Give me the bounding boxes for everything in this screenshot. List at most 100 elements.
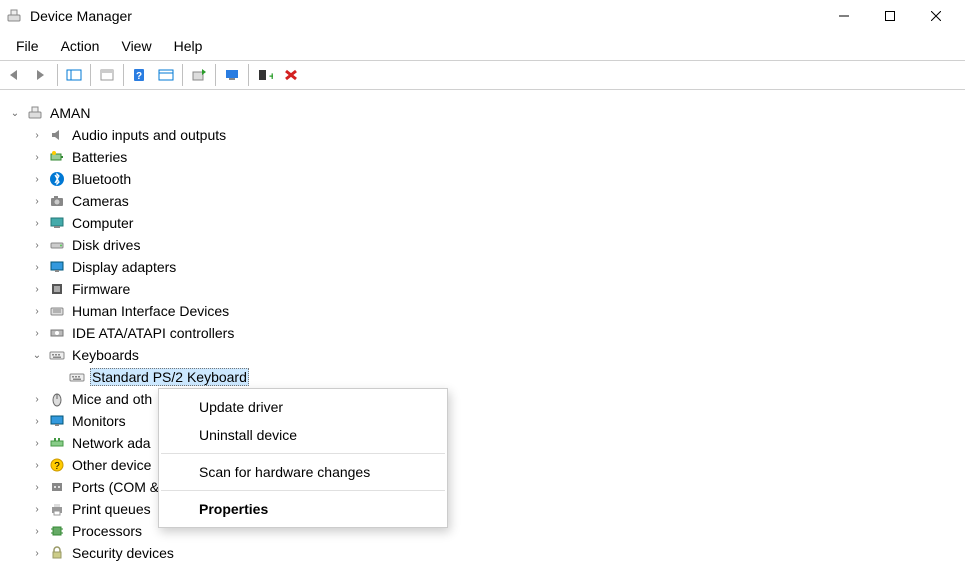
chevron-right-icon[interactable]: ›	[30, 392, 44, 406]
tree-category-label: Firmware	[70, 280, 132, 298]
minimize-button[interactable]	[821, 1, 867, 31]
cpu-icon	[48, 523, 66, 539]
tree-category[interactable]: › Mice and oth	[2, 388, 965, 410]
toolbar-separator	[182, 64, 183, 86]
tree-category[interactable]: › Cameras	[2, 190, 965, 212]
chevron-right-icon[interactable]: ›	[30, 260, 44, 274]
tree-category[interactable]: › Audio inputs and outputs	[2, 124, 965, 146]
speaker-icon	[48, 127, 66, 143]
chevron-right-icon[interactable]: ›	[30, 480, 44, 494]
computer-icon	[48, 215, 66, 231]
toolbar-separator	[57, 64, 58, 86]
tree-category[interactable]: › Computer	[2, 212, 965, 234]
chevron-right-icon[interactable]: ›	[30, 216, 44, 230]
computer-root-icon	[26, 105, 44, 121]
mouse-icon	[48, 391, 66, 407]
tree-category-label: Keyboards	[70, 346, 141, 364]
tree-category-label: IDE ATA/ATAPI controllers	[70, 324, 236, 342]
chevron-right-icon[interactable]: ›	[30, 414, 44, 428]
tree-category[interactable]: › Security devices	[2, 542, 965, 564]
tree-category[interactable]: › Monitors	[2, 410, 965, 432]
forward-button[interactable]	[28, 62, 54, 88]
tree-category[interactable]: › Human Interface Devices	[2, 300, 965, 322]
tree-device-label: Standard PS/2 Keyboard	[90, 368, 249, 386]
tree-category[interactable]: › Disk drives	[2, 234, 965, 256]
tree-category[interactable]: › Print queues	[2, 498, 965, 520]
menu-view[interactable]: View	[111, 36, 161, 56]
chevron-down-icon[interactable]: ⌄	[8, 106, 22, 120]
chevron-right-icon[interactable]: ›	[30, 458, 44, 472]
tree-category[interactable]: › Ports (COM &	[2, 476, 965, 498]
tree-category[interactable]: › ? Other device	[2, 454, 965, 476]
device-tree[interactable]: ⌄ AMAN › Audio inputs and outputs › Batt…	[0, 96, 965, 577]
tree-category[interactable]: › Bluetooth	[2, 168, 965, 190]
show-hide-tree-button[interactable]	[61, 62, 87, 88]
tree-category-label: Network ada	[70, 434, 153, 452]
port-icon	[48, 479, 66, 495]
chevron-right-icon[interactable]: ›	[30, 282, 44, 296]
tree-category[interactable]: › Processors	[2, 520, 965, 542]
properties-button[interactable]	[94, 62, 120, 88]
menubar: File Action View Help	[0, 32, 965, 60]
tree-category[interactable]: › Firmware	[2, 278, 965, 300]
monitor-icon	[48, 413, 66, 429]
context-menu-item[interactable]: Properties	[159, 495, 447, 523]
uninstall-button[interactable]	[278, 62, 304, 88]
svg-text:?: ?	[136, 71, 142, 82]
tree-root[interactable]: ⌄ AMAN	[2, 102, 965, 124]
chevron-right-icon[interactable]: ›	[30, 436, 44, 450]
chevron-right-icon[interactable]: ›	[30, 502, 44, 516]
tree-category-label: Security devices	[70, 544, 176, 562]
add-legacy-button[interactable]: +	[252, 62, 278, 88]
tree-category-label: Mice and oth	[70, 390, 154, 408]
maximize-button[interactable]	[867, 1, 913, 31]
context-menu-item[interactable]: Update driver	[159, 393, 447, 421]
battery-icon	[48, 149, 66, 165]
hid-icon	[48, 303, 66, 319]
chevron-right-icon[interactable]: ›	[30, 546, 44, 560]
window-title: Device Manager	[30, 8, 821, 24]
tree-category-label: Cameras	[70, 192, 131, 210]
svg-text:+: +	[269, 71, 273, 82]
context-menu-item[interactable]: Scan for hardware changes	[159, 458, 447, 486]
update-driver-button[interactable]	[186, 62, 212, 88]
tree-category[interactable]: › Batteries	[2, 146, 965, 168]
other-icon: ?	[48, 457, 66, 473]
tree-category-label: Display adapters	[70, 258, 178, 276]
window-controls	[821, 1, 959, 31]
tree-category-label: Bluetooth	[70, 170, 133, 188]
chevron-down-icon[interactable]: ⌄	[30, 348, 44, 362]
scan-hardware-button[interactable]	[219, 62, 245, 88]
tree-category-label: Audio inputs and outputs	[70, 126, 228, 144]
close-button[interactable]	[913, 1, 959, 31]
chevron-right-icon[interactable]: ›	[30, 238, 44, 252]
menu-action[interactable]: Action	[51, 36, 110, 56]
chevron-right-icon[interactable]: ›	[30, 128, 44, 142]
help-button[interactable]: ?	[127, 62, 153, 88]
tree-device[interactable]: Standard PS/2 Keyboard	[2, 366, 965, 388]
action-center-button[interactable]	[153, 62, 179, 88]
tree-category[interactable]: › Display adapters	[2, 256, 965, 278]
toolbar-separator	[215, 64, 216, 86]
tree-category-label: Human Interface Devices	[70, 302, 231, 320]
chevron-right-icon[interactable]: ›	[30, 326, 44, 340]
display-icon	[48, 259, 66, 275]
menu-file[interactable]: File	[6, 36, 49, 56]
context-menu-item[interactable]: Uninstall device	[159, 421, 447, 449]
tree-category[interactable]: › IDE ATA/ATAPI controllers	[2, 322, 965, 344]
tree-category-label: Ports (COM &	[70, 478, 161, 496]
chevron-right-icon[interactable]: ›	[30, 150, 44, 164]
chevron-right-icon[interactable]: ›	[30, 194, 44, 208]
chevron-right-icon[interactable]: ›	[30, 172, 44, 186]
toolbar-separator	[248, 64, 249, 86]
back-button[interactable]	[2, 62, 28, 88]
tree-category[interactable]: ⌄ Keyboards	[2, 344, 965, 366]
chevron-right-icon[interactable]: ›	[30, 304, 44, 318]
titlebar: Device Manager	[0, 0, 965, 32]
devmgr-icon	[6, 8, 22, 24]
tree-category[interactable]: › Network ada	[2, 432, 965, 454]
menu-help[interactable]: Help	[164, 36, 213, 56]
network-icon	[48, 435, 66, 451]
chevron-right-icon[interactable]: ›	[30, 524, 44, 538]
tree-category-label: Disk drives	[70, 236, 142, 254]
